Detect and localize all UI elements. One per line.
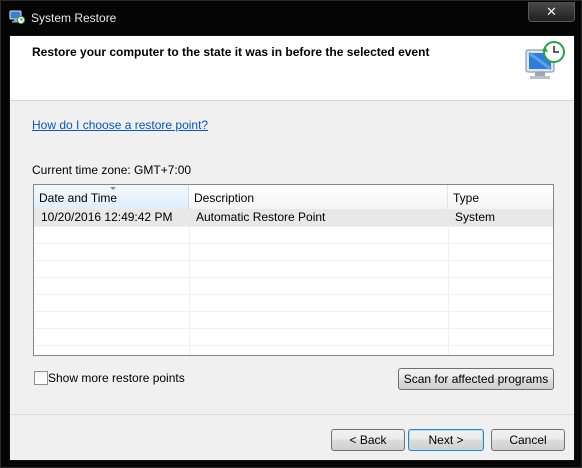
show-more-checkbox[interactable]: [34, 371, 48, 385]
column-divider: [448, 209, 449, 355]
table-row-restore-point[interactable]: 10/20/2016 12:49:42 PM Automatic Restore…: [34, 209, 553, 226]
row-divider: [34, 277, 553, 278]
close-button[interactable]: ✕: [528, 2, 575, 22]
sort-descending-icon: [110, 187, 116, 190]
current-timezone-label: Current time zone: GMT+7:00: [32, 163, 192, 177]
row-divider: [34, 328, 553, 329]
row-divider: [34, 243, 553, 244]
restore-computer-clock-icon: [521, 38, 569, 86]
column-header-label: Description: [194, 191, 255, 205]
row-divider: [34, 226, 553, 227]
dialog-client-area: Restore your computer to the state it wa…: [9, 35, 575, 461]
row-divider: [34, 260, 553, 261]
cell-type: System: [455, 210, 496, 224]
title-bar[interactable]: System Restore ✕: [1, 1, 581, 35]
column-header-type[interactable]: Type: [448, 185, 553, 209]
show-more-label: Show more restore points: [48, 371, 185, 385]
row-divider: [34, 345, 553, 346]
row-divider: [34, 294, 553, 295]
system-restore-window: System Restore ✕ Restore your computer t…: [0, 0, 582, 468]
cell-description: Automatic Restore Point: [196, 210, 326, 224]
next-button[interactable]: Next >: [408, 429, 484, 451]
column-header-description[interactable]: Description: [189, 185, 448, 209]
column-header-date-time[interactable]: Date and Time: [34, 185, 189, 209]
restore-points-list[interactable]: Date and Time Description Type 10/20/201…: [33, 184, 554, 356]
scan-affected-programs-button[interactable]: Scan for affected programs: [398, 368, 554, 390]
cell-date-time: 10/20/2016 12:49:42 PM: [41, 210, 173, 224]
list-body: 10/20/2016 12:49:42 PM Automatic Restore…: [34, 209, 553, 355]
window-title: System Restore: [31, 11, 117, 25]
footer-divider: [10, 414, 574, 415]
header-banner: Restore your computer to the state it wa…: [10, 36, 574, 101]
column-header-label: Date and Time: [39, 191, 118, 205]
column-divider: [189, 209, 190, 355]
close-icon: ✕: [546, 4, 557, 19]
column-header-label: Type: [453, 191, 480, 205]
list-header: Date and Time Description Type: [34, 185, 553, 210]
row-divider: [34, 311, 553, 312]
help-link-choose-restore-point[interactable]: How do I choose a restore point?: [32, 118, 208, 132]
page-heading: Restore your computer to the state it wa…: [32, 45, 430, 59]
system-restore-icon: [9, 9, 26, 25]
cancel-button[interactable]: Cancel: [491, 429, 565, 451]
back-button[interactable]: < Back: [331, 429, 405, 451]
